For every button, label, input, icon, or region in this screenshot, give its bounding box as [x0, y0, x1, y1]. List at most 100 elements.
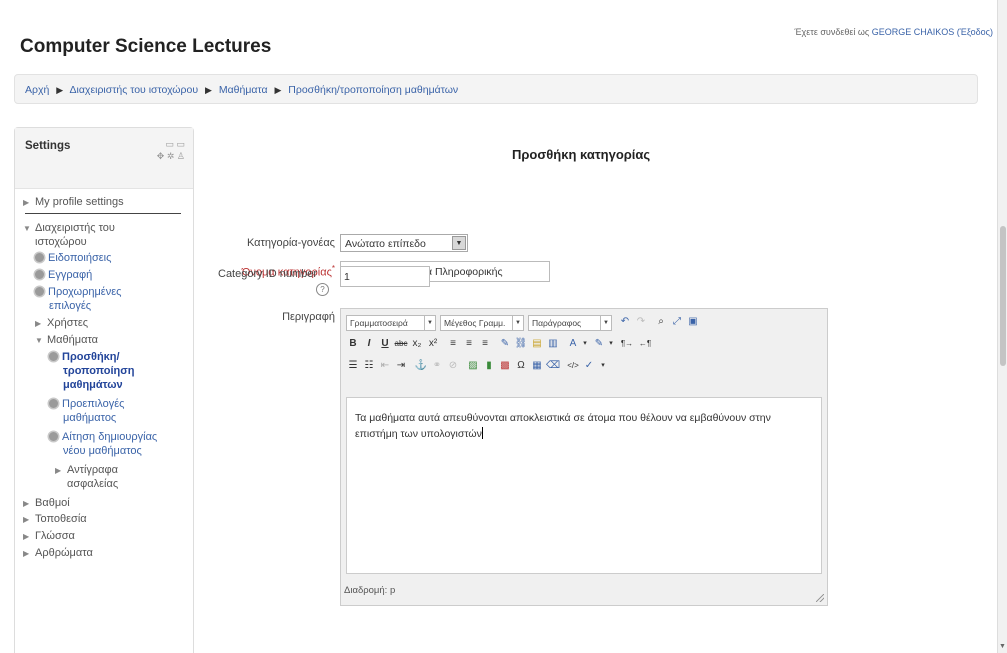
- parent-category-select[interactable]: Ανώτατο επίπεδο ▼: [340, 234, 468, 252]
- find-icon[interactable]: ⌕: [654, 315, 668, 329]
- image-icon[interactable]: ▣: [686, 315, 700, 329]
- tree-item-add-edit-courses[interactable]: Προσθήκη/: [49, 351, 120, 363]
- unordered-list-icon[interactable]: ☰: [346, 359, 360, 373]
- tree-item-plugins[interactable]: ▶ Αρθρώματα: [23, 547, 93, 559]
- undo-icon[interactable]: ↶: [618, 315, 632, 329]
- italic-icon[interactable]: I: [362, 337, 376, 351]
- expand-icon: ▶: [23, 499, 30, 508]
- outdent-icon[interactable]: ⇤: [378, 359, 392, 373]
- align-left-icon[interactable]: ≡: [446, 337, 460, 351]
- insert-media-icon[interactable]: ▮: [482, 359, 496, 373]
- breadcrumb-home[interactable]: Αρχή: [25, 84, 49, 96]
- chevron-down-icon[interactable]: ▾: [604, 337, 618, 351]
- ordered-list-icon[interactable]: ☷: [362, 359, 376, 373]
- breadcrumb-courses[interactable]: Μαθήματα: [219, 84, 268, 96]
- tree-item-site-admin-cont: ιστοχώρου: [35, 236, 87, 248]
- special-char-icon[interactable]: Ω: [514, 359, 528, 373]
- user-link[interactable]: GEORGE CHAIKOS: [872, 27, 955, 37]
- insert-equation-icon[interactable]: ▩: [498, 359, 512, 373]
- category-id-field[interactable]: [340, 266, 430, 287]
- page-scrollbar[interactable]: ▼: [997, 0, 1007, 653]
- tree-item-grades[interactable]: ▶ Βαθμοί: [23, 497, 70, 509]
- breadcrumb-site-admin[interactable]: Διαχειριστής του ιστοχώρου: [70, 84, 199, 96]
- chevron-down-icon[interactable]: ▼: [452, 236, 466, 250]
- tree-item-registration[interactable]: Εγγραφή: [35, 269, 92, 281]
- underline-icon[interactable]: U: [378, 337, 392, 351]
- tree-item-notifications[interactable]: Ειδοποιήσεις: [35, 252, 111, 264]
- tree-item-advanced[interactable]: Προχωρημένες: [35, 286, 121, 298]
- paste-icon[interactable]: ▤: [530, 337, 544, 351]
- clear-formatting-icon[interactable]: ⌫: [546, 359, 560, 373]
- expand-icon: ▶: [35, 319, 42, 328]
- description-label: Περιγραφή: [282, 311, 335, 323]
- paste-word-icon[interactable]: ▥: [546, 337, 560, 351]
- logout-link[interactable]: (Έξοδος): [957, 27, 993, 37]
- expand-icon: ▶: [23, 198, 30, 207]
- anchor-icon[interactable]: ⚓: [414, 359, 428, 373]
- ltr-icon[interactable]: ¶→: [620, 337, 634, 351]
- settings-gear-icon: [49, 399, 58, 408]
- align-center-icon[interactable]: ≡: [462, 337, 476, 351]
- parent-category-value: Ανώτατο επίπεδο: [345, 238, 426, 250]
- tree-item-course-request[interactable]: Αίτηση δημιουργίας: [49, 431, 157, 443]
- html-icon[interactable]: </>: [566, 359, 580, 373]
- tree-item-site-admin[interactable]: ▼ Διαχειριστής του: [23, 222, 115, 234]
- paragraph-select[interactable]: Παράγραφος ▼: [528, 315, 612, 331]
- subscript-icon[interactable]: x₂: [410, 337, 424, 351]
- login-info: Έχετε συνδεθεί ως GEORGE CHAIKOS (Έξοδος…: [794, 27, 993, 37]
- chevron-down-icon[interactable]: ▾: [578, 337, 592, 351]
- person-icon[interactable]: ♙: [177, 150, 185, 162]
- bold-icon[interactable]: B: [346, 337, 360, 351]
- tree-item-users[interactable]: ▶ Χρήστες: [35, 317, 88, 329]
- fullscreen-icon[interactable]: ⤢: [670, 315, 684, 329]
- help-icon[interactable]: ?: [316, 283, 329, 296]
- insert-image-icon[interactable]: ▨: [466, 359, 480, 373]
- font-size-select[interactable]: Μέγεθος Γραμμ. ▼: [440, 315, 524, 331]
- tree-item-advanced-cont[interactable]: επιλογές: [49, 300, 91, 312]
- dock-icon[interactable]: ▭: [165, 138, 174, 150]
- tree-item-backups-cont: ασφαλείας: [67, 478, 119, 490]
- tree-item-location[interactable]: ▶ Τοποθεσία: [23, 513, 87, 525]
- tree-item-course-defaults-cont[interactable]: μαθήματος: [63, 412, 116, 424]
- resize-handle-icon[interactable]: [816, 594, 824, 602]
- scroll-down-icon[interactable]: ▼: [998, 643, 1007, 653]
- tree-item-add-edit-cont[interactable]: τροποποίηση: [63, 365, 135, 377]
- collapse-icon[interactable]: ▭: [176, 138, 185, 150]
- move-icon[interactable]: ✥: [157, 150, 165, 162]
- clean-icon[interactable]: ✎: [498, 337, 512, 351]
- superscript-icon[interactable]: x²: [426, 337, 440, 351]
- site-title[interactable]: Computer Science Lectures: [20, 36, 271, 58]
- gear-icon[interactable]: ✲: [167, 150, 175, 162]
- settings-gear-icon: [35, 270, 44, 279]
- settings-block: Settings ▭ ▭ ✥ ✲ ♙ ▶ My profile settings …: [14, 127, 194, 653]
- breadcrumb-separator-icon: ▶: [56, 85, 64, 95]
- insert-table-icon[interactable]: ▦: [530, 359, 544, 373]
- settings-block-title: Settings: [25, 140, 71, 152]
- spellcheck-icon[interactable]: ✓: [582, 359, 596, 373]
- breadcrumb: Αρχή ▶ Διαχειριστής του ιστοχώρου ▶ Μαθή…: [14, 74, 978, 104]
- tree-item-course-request-cont[interactable]: νέου μαθήματος: [63, 445, 142, 457]
- tree-item-add-edit-cont2[interactable]: μαθημάτων: [63, 379, 123, 391]
- font-family-select[interactable]: Γραμματοσειρά ▼: [346, 315, 436, 331]
- tree-item-courses[interactable]: ▼ Μαθήματα: [35, 334, 98, 346]
- indent-icon[interactable]: ⇥: [394, 359, 408, 373]
- scrollbar-thumb[interactable]: [1000, 226, 1006, 366]
- settings-block-header: Settings ▭ ▭ ✥ ✲ ♙: [15, 128, 193, 189]
- align-right-icon[interactable]: ≡: [478, 337, 492, 351]
- redo-icon[interactable]: ↷: [634, 315, 648, 329]
- editor-content-area[interactable]: Τα μαθήματα αυτά απευθύνονται αποκλειστι…: [346, 397, 822, 574]
- tree-item-course-defaults[interactable]: Προεπιλογές: [49, 398, 124, 410]
- nolink-icon[interactable]: ⊘: [446, 359, 460, 373]
- chevron-down-icon: ▼: [512, 316, 523, 330]
- strikethrough-icon[interactable]: abc: [394, 337, 408, 351]
- tree-item-language[interactable]: ▶ Γλώσσα: [23, 530, 75, 542]
- unlink-icon[interactable]: ⚭: [430, 359, 444, 373]
- editor-status-path: Διαδρομή: p: [344, 585, 396, 596]
- chevron-down-icon[interactable]: ▾: [596, 359, 610, 373]
- chevron-down-icon: ▼: [600, 316, 611, 330]
- tree-item-my-profile[interactable]: ▶ My profile settings: [23, 196, 124, 208]
- link-icon[interactable]: ⛓: [514, 337, 528, 351]
- breadcrumb-add-edit-courses[interactable]: Προσθήκη/τροποποίηση μαθημάτων: [288, 84, 458, 96]
- tree-item-backups[interactable]: ▶ Αντίγραφα: [55, 464, 118, 476]
- rtl-icon[interactable]: ←¶: [638, 337, 652, 351]
